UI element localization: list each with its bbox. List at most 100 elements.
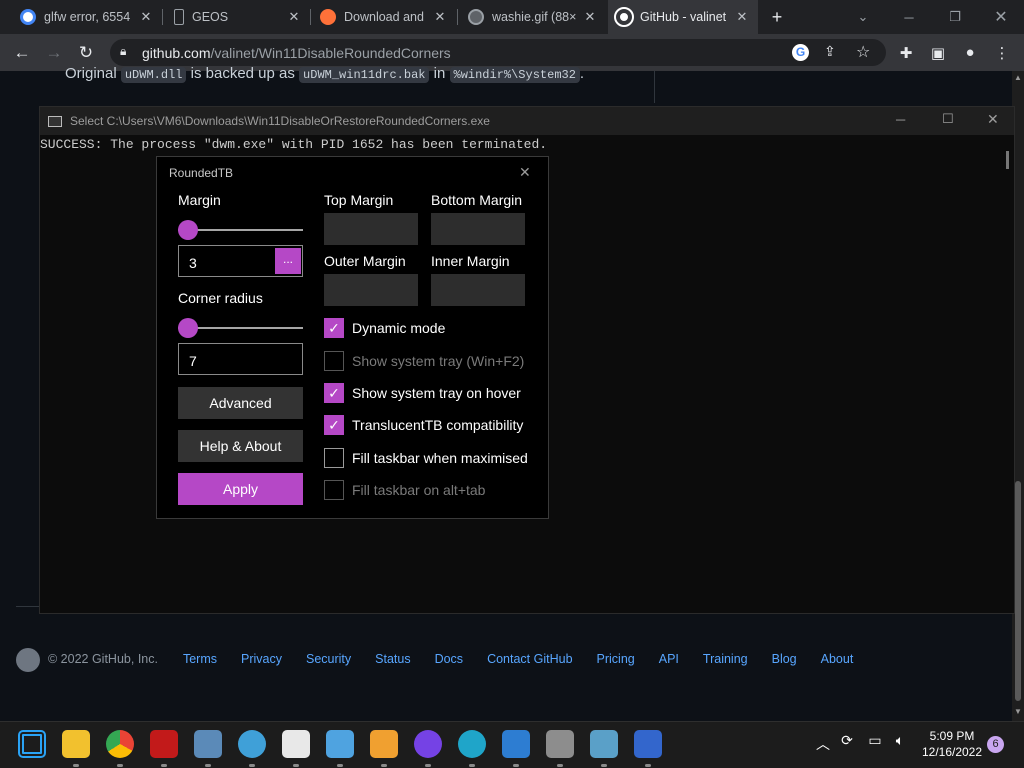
checkbox-box[interactable]: ✓ [324, 383, 344, 403]
taskbar-store-icon[interactable] [502, 730, 530, 758]
fill-taskbar-maximised-checkbox[interactable]: Fill taskbar when maximised [324, 448, 528, 468]
roundedtb-close-button[interactable]: ✕ [519, 164, 531, 181]
lock-icon[interactable]: 🔒︎ [120, 44, 126, 59]
tab-github[interactable]: GitHub - valinet ✕ [608, 0, 758, 34]
taskbar-7zip-icon[interactable] [282, 730, 310, 758]
footer-link-terms[interactable]: Terms [183, 652, 217, 666]
tab-geos[interactable]: GEOS ✕ [166, 0, 310, 34]
dynamic-mode-checkbox[interactable]: ✓ Dynamic mode [324, 318, 445, 338]
taskbar-start-icon[interactable] [18, 730, 46, 758]
roundedtb-window[interactable]: RoundedTB ✕ Margin 3 ... Corner radius 7… [156, 156, 549, 519]
taskbar-photos-icon[interactable] [194, 730, 222, 758]
menu-kebab-icon[interactable]: ⋮ [988, 34, 1016, 71]
margin-more-button[interactable]: ... [275, 248, 301, 274]
taskbar-firefox-icon[interactable] [414, 730, 442, 758]
clock[interactable]: 5:09 PM 12/16/2022 [918, 728, 986, 760]
tab-washie-gif[interactable]: washie.gif (88× ✕ [460, 0, 606, 34]
top-margin-input[interactable] [324, 213, 418, 245]
show-system-tray-checkbox[interactable]: Show system tray (Win+F2) [324, 351, 524, 371]
checkbox-label: Fill taskbar on alt+tab [352, 482, 486, 498]
close-tab-icon[interactable]: ✕ [286, 9, 302, 25]
taskbar-edge-icon[interactable] [458, 730, 486, 758]
minimize-button[interactable]: ─ [886, 0, 932, 34]
close-tab-icon[interactable]: ✕ [582, 9, 598, 25]
scrollbar-thumb[interactable] [1015, 481, 1021, 701]
console-output: SUCCESS: The process "dwm.exe" with PID … [40, 137, 548, 152]
back-arrow-icon[interactable]: ← [8, 34, 36, 71]
margin-input[interactable]: 3 ... [178, 245, 303, 277]
taskbar-settings-icon[interactable] [546, 730, 574, 758]
outer-margin-input[interactable] [324, 274, 418, 306]
close-tab-icon[interactable]: ✕ [138, 9, 154, 25]
bookmark-star-icon[interactable]: ☆ [856, 42, 870, 62]
network-icon[interactable]: ▭ [865, 732, 885, 749]
footer-link-training[interactable]: Training [703, 652, 748, 666]
notification-badge[interactable]: 6 [987, 736, 1004, 753]
code-udwm-bak: uDWM_win11drc.bak [299, 67, 430, 83]
scroll-up-icon[interactable]: ▲ [1014, 73, 1022, 82]
extensions-icon[interactable]: ✚ [892, 34, 920, 71]
advanced-button[interactable]: Advanced [178, 387, 303, 419]
apply-button[interactable]: Apply [178, 473, 303, 505]
tab-search-chevron-icon[interactable]: ⌄ [840, 0, 886, 34]
restore-button[interactable]: ❐ [932, 0, 978, 34]
footer-link-api[interactable]: API [659, 652, 679, 666]
footer-link-security[interactable]: Security [306, 652, 351, 666]
console-close-button[interactable]: ✕ [987, 111, 999, 128]
checkbox-box[interactable] [324, 448, 344, 468]
fill-taskbar-alttab-checkbox[interactable]: Fill taskbar on alt+tab [324, 480, 485, 500]
checkbox-box[interactable]: ✓ [324, 318, 344, 338]
taskbar-media-icon[interactable] [370, 730, 398, 758]
help-about-button[interactable]: Help & About [178, 430, 303, 462]
footer-link-about[interactable]: About [821, 652, 854, 666]
cursor-icon [174, 9, 184, 25]
taskbar-app-red-icon[interactable] [150, 730, 178, 758]
footer-link-status[interactable]: Status [375, 652, 410, 666]
url-text[interactable]: github.com/valinet/Win11DisableRoundedCo… [142, 45, 451, 61]
footer-link-pricing[interactable]: Pricing [597, 652, 635, 666]
close-tab-icon[interactable]: ✕ [734, 9, 750, 25]
bottom-margin-input[interactable] [431, 213, 525, 245]
show-tray-on-hover-checkbox[interactable]: ✓ Show system tray on hover [324, 383, 521, 403]
forward-arrow-icon[interactable]: → [40, 34, 68, 71]
console-minimize-button[interactable]: ─ [896, 112, 905, 127]
taskbar-control-panel-icon[interactable] [590, 730, 618, 758]
console-scrollbar-thumb[interactable] [1006, 151, 1009, 169]
footer-link-contact[interactable]: Contact GitHub [487, 652, 572, 666]
corner-slider-thumb[interactable] [178, 318, 198, 338]
corner-radius-input[interactable]: 7 [178, 343, 303, 375]
tab-download[interactable]: Download and i ✕ [312, 0, 456, 34]
inner-margin-input[interactable] [431, 274, 525, 306]
console-title-bar[interactable]: Select C:\Users\VM6\Downloads\Win11Disab… [40, 107, 1014, 135]
footer-link-privacy[interactable]: Privacy [241, 652, 282, 666]
translucenttb-compat-checkbox[interactable]: ✓ TranslucentTB compatibility [324, 415, 523, 435]
footer-link-blog[interactable]: Blog [772, 652, 797, 666]
tab-glfw-error[interactable]: glfw error, 6554 ✕ [12, 0, 162, 34]
close-tab-icon[interactable]: ✕ [432, 9, 448, 25]
new-tab-button[interactable]: + [754, 0, 800, 34]
running-indicator [205, 764, 211, 767]
close-window-button[interactable]: ✕ [978, 0, 1024, 34]
volume-icon[interactable]: 🔈︎ [890, 732, 910, 749]
taskbar-roundedtb-icon[interactable] [634, 730, 662, 758]
windows-taskbar: ︿ ⟳ ▭ 🔈︎ 5:09 PM 12/16/2022 6 [0, 721, 1024, 768]
scroll-down-icon[interactable]: ▼ [1014, 707, 1022, 716]
show-hidden-icons-chevron-icon[interactable]: ︿ [813, 734, 833, 754]
taskbar-notepad-icon[interactable] [326, 730, 354, 758]
checkbox-box[interactable] [324, 480, 344, 500]
share-icon[interactable]: ⇪ [824, 43, 836, 60]
profile-icon[interactable]: ● [956, 34, 984, 71]
address-bar[interactable]: 🔒︎ github.com/valinet/Win11DisableRounde… [110, 39, 886, 66]
checkbox-box[interactable] [324, 351, 344, 371]
console-maximize-button[interactable]: ☐ [942, 111, 954, 127]
taskbar-file-explorer-icon[interactable] [62, 730, 90, 758]
taskbar-chrome-icon[interactable] [106, 730, 134, 758]
side-panel-icon[interactable]: ▣ [924, 34, 952, 71]
margin-slider-thumb[interactable] [178, 220, 198, 240]
sync-icon[interactable]: ⟳ [837, 732, 857, 749]
footer-link-docs[interactable]: Docs [435, 652, 463, 666]
taskbar-globe-icon[interactable] [238, 730, 266, 758]
github-logo-icon[interactable] [16, 648, 40, 672]
checkbox-box[interactable]: ✓ [324, 415, 344, 435]
google-lens-icon[interactable]: G [792, 44, 809, 61]
